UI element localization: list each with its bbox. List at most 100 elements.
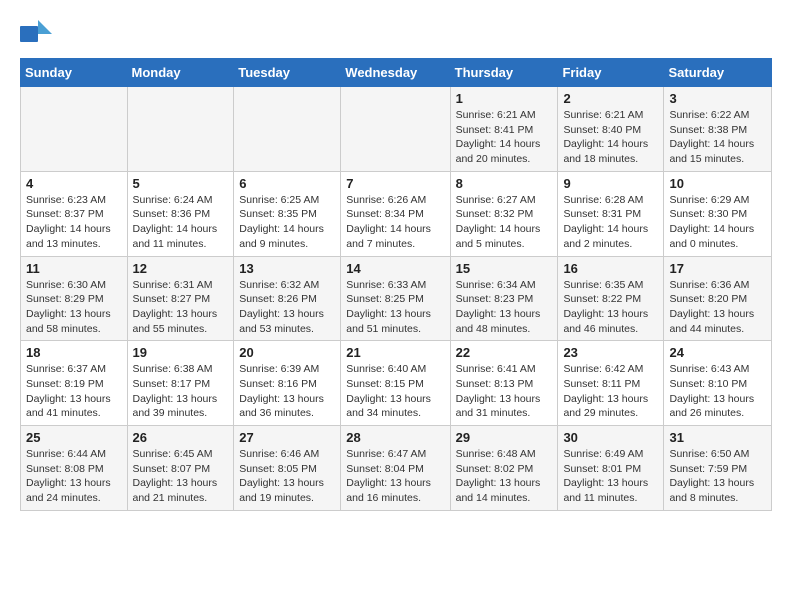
logo bbox=[20, 20, 54, 48]
calendar-cell: 3 Sunrise: 6:22 AM Sunset: 8:38 PM Daylig… bbox=[664, 87, 772, 172]
day-info: Sunrise: 6:22 AM Sunset: 8:38 PM Dayligh… bbox=[669, 108, 766, 167]
calendar-cell: 11 Sunrise: 6:30 AM Sunset: 8:29 PM Dayli… bbox=[21, 256, 128, 341]
day-number: 19 bbox=[133, 345, 229, 360]
day-number: 24 bbox=[669, 345, 766, 360]
logo-icon bbox=[20, 20, 52, 48]
day-number: 2 bbox=[563, 91, 658, 106]
day-info: Sunrise: 6:49 AM Sunset: 8:01 PM Dayligh… bbox=[563, 447, 658, 506]
calendar-cell: 18 Sunrise: 6:37 AM Sunset: 8:19 PM Dayli… bbox=[21, 341, 128, 426]
day-header-wednesday: Wednesday bbox=[341, 59, 450, 87]
calendar-cell: 29 Sunrise: 6:48 AM Sunset: 8:02 PM Dayli… bbox=[450, 426, 558, 511]
day-info: Sunrise: 6:38 AM Sunset: 8:17 PM Dayligh… bbox=[133, 362, 229, 421]
day-number: 15 bbox=[456, 261, 553, 276]
calendar-week-row: 4 Sunrise: 6:23 AM Sunset: 8:37 PM Daylig… bbox=[21, 171, 772, 256]
day-number: 11 bbox=[26, 261, 122, 276]
calendar-cell: 8Sunrise: 6:27 AM Sunset: 8:32 PM Daylig… bbox=[450, 171, 558, 256]
calendar-cell: 24 Sunrise: 6:43 AM Sunset: 8:10 PM Dayli… bbox=[664, 341, 772, 426]
calendar-cell: 13 Sunrise: 6:32 AM Sunset: 8:26 PM Dayli… bbox=[234, 256, 341, 341]
day-info: Sunrise: 6:32 AM Sunset: 8:26 PM Dayligh… bbox=[239, 278, 335, 337]
day-info: Sunrise: 6:30 AM Sunset: 8:29 PM Dayligh… bbox=[26, 278, 122, 337]
day-number: 10 bbox=[669, 176, 766, 191]
calendar-cell: 5Sunrise: 6:24 AM Sunset: 8:36 PM Daylig… bbox=[127, 171, 234, 256]
day-number: 3 bbox=[669, 91, 766, 106]
day-number: 23 bbox=[563, 345, 658, 360]
day-number: 31 bbox=[669, 430, 766, 445]
day-info: Sunrise: 6:34 AM Sunset: 8:23 PM Dayligh… bbox=[456, 278, 553, 337]
day-number: 21 bbox=[346, 345, 444, 360]
day-number: 5 bbox=[133, 176, 229, 191]
calendar-cell: 4 Sunrise: 6:23 AM Sunset: 8:37 PM Daylig… bbox=[21, 171, 128, 256]
day-number: 6 bbox=[239, 176, 335, 191]
calendar-cell bbox=[341, 87, 450, 172]
day-info: Sunrise: 6:46 AM Sunset: 8:05 PM Dayligh… bbox=[239, 447, 335, 506]
calendar-cell: 26Sunrise: 6:45 AM Sunset: 8:07 PM Dayli… bbox=[127, 426, 234, 511]
day-info: Sunrise: 6:42 AM Sunset: 8:11 PM Dayligh… bbox=[563, 362, 658, 421]
page-header bbox=[20, 20, 772, 48]
calendar-cell: 12 Sunrise: 6:31 AM Sunset: 8:27 PM Dayli… bbox=[127, 256, 234, 341]
calendar-cell bbox=[127, 87, 234, 172]
day-info: Sunrise: 6:43 AM Sunset: 8:10 PM Dayligh… bbox=[669, 362, 766, 421]
day-number: 12 bbox=[133, 261, 229, 276]
calendar-week-row: 11 Sunrise: 6:30 AM Sunset: 8:29 PM Dayli… bbox=[21, 256, 772, 341]
calendar-header-row: SundayMondayTuesdayWednesdayThursdayFrid… bbox=[21, 59, 772, 87]
day-number: 26 bbox=[133, 430, 229, 445]
calendar-cell: 9 Sunrise: 6:28 AM Sunset: 8:31 PM Daylig… bbox=[558, 171, 664, 256]
day-info: Sunrise: 6:25 AM Sunset: 8:35 PM Dayligh… bbox=[239, 193, 335, 252]
calendar-cell: 20Sunrise: 6:39 AM Sunset: 8:16 PM Dayli… bbox=[234, 341, 341, 426]
calendar-week-row: 25 Sunrise: 6:44 AM Sunset: 8:08 PM Dayli… bbox=[21, 426, 772, 511]
day-info: Sunrise: 6:48 AM Sunset: 8:02 PM Dayligh… bbox=[456, 447, 553, 506]
day-number: 30 bbox=[563, 430, 658, 445]
calendar-cell: 17 Sunrise: 6:36 AM Sunset: 8:20 PM Dayli… bbox=[664, 256, 772, 341]
day-info: Sunrise: 6:47 AM Sunset: 8:04 PM Dayligh… bbox=[346, 447, 444, 506]
day-number: 25 bbox=[26, 430, 122, 445]
calendar-cell: 6 Sunrise: 6:25 AM Sunset: 8:35 PM Daylig… bbox=[234, 171, 341, 256]
day-number: 27 bbox=[239, 430, 335, 445]
day-info: Sunrise: 6:21 AM Sunset: 8:41 PM Dayligh… bbox=[456, 108, 553, 167]
calendar-cell: 16Sunrise: 6:35 AM Sunset: 8:22 PM Dayli… bbox=[558, 256, 664, 341]
day-info: Sunrise: 6:23 AM Sunset: 8:37 PM Dayligh… bbox=[26, 193, 122, 252]
day-header-sunday: Sunday bbox=[21, 59, 128, 87]
day-number: 18 bbox=[26, 345, 122, 360]
calendar-table: SundayMondayTuesdayWednesdayThursdayFrid… bbox=[20, 58, 772, 511]
day-number: 14 bbox=[346, 261, 444, 276]
calendar-week-row: 1Sunrise: 6:21 AM Sunset: 8:41 PM Daylig… bbox=[21, 87, 772, 172]
day-number: 28 bbox=[346, 430, 444, 445]
day-header-thursday: Thursday bbox=[450, 59, 558, 87]
day-info: Sunrise: 6:35 AM Sunset: 8:22 PM Dayligh… bbox=[563, 278, 658, 337]
day-info: Sunrise: 6:36 AM Sunset: 8:20 PM Dayligh… bbox=[669, 278, 766, 337]
day-header-tuesday: Tuesday bbox=[234, 59, 341, 87]
calendar-cell: 22Sunrise: 6:41 AM Sunset: 8:13 PM Dayli… bbox=[450, 341, 558, 426]
day-number: 29 bbox=[456, 430, 553, 445]
day-number: 8 bbox=[456, 176, 553, 191]
calendar-cell bbox=[21, 87, 128, 172]
day-info: Sunrise: 6:31 AM Sunset: 8:27 PM Dayligh… bbox=[133, 278, 229, 337]
day-number: 4 bbox=[26, 176, 122, 191]
day-info: Sunrise: 6:28 AM Sunset: 8:31 PM Dayligh… bbox=[563, 193, 658, 252]
day-header-saturday: Saturday bbox=[664, 59, 772, 87]
day-header-monday: Monday bbox=[127, 59, 234, 87]
calendar-cell: 1Sunrise: 6:21 AM Sunset: 8:41 PM Daylig… bbox=[450, 87, 558, 172]
calendar-cell: 21 Sunrise: 6:40 AM Sunset: 8:15 PM Dayli… bbox=[341, 341, 450, 426]
calendar-cell: 10Sunrise: 6:29 AM Sunset: 8:30 PM Dayli… bbox=[664, 171, 772, 256]
day-number: 7 bbox=[346, 176, 444, 191]
calendar-cell: 28 Sunrise: 6:47 AM Sunset: 8:04 PM Dayli… bbox=[341, 426, 450, 511]
calendar-cell: 2 Sunrise: 6:21 AM Sunset: 8:40 PM Daylig… bbox=[558, 87, 664, 172]
calendar-week-row: 18 Sunrise: 6:37 AM Sunset: 8:19 PM Dayli… bbox=[21, 341, 772, 426]
calendar-cell: 30 Sunrise: 6:49 AM Sunset: 8:01 PM Dayli… bbox=[558, 426, 664, 511]
calendar-cell bbox=[234, 87, 341, 172]
day-info: Sunrise: 6:33 AM Sunset: 8:25 PM Dayligh… bbox=[346, 278, 444, 337]
day-info: Sunrise: 6:40 AM Sunset: 8:15 PM Dayligh… bbox=[346, 362, 444, 421]
day-info: Sunrise: 6:41 AM Sunset: 8:13 PM Dayligh… bbox=[456, 362, 553, 421]
calendar-cell: 14 Sunrise: 6:33 AM Sunset: 8:25 PM Dayli… bbox=[341, 256, 450, 341]
calendar-cell: 27 Sunrise: 6:46 AM Sunset: 8:05 PM Dayli… bbox=[234, 426, 341, 511]
calendar-cell: 25 Sunrise: 6:44 AM Sunset: 8:08 PM Dayli… bbox=[21, 426, 128, 511]
day-number: 17 bbox=[669, 261, 766, 276]
day-info: Sunrise: 6:39 AM Sunset: 8:16 PM Dayligh… bbox=[239, 362, 335, 421]
calendar-cell: 23 Sunrise: 6:42 AM Sunset: 8:11 PM Dayli… bbox=[558, 341, 664, 426]
day-info: Sunrise: 6:37 AM Sunset: 8:19 PM Dayligh… bbox=[26, 362, 122, 421]
day-info: Sunrise: 6:21 AM Sunset: 8:40 PM Dayligh… bbox=[563, 108, 658, 167]
day-number: 13 bbox=[239, 261, 335, 276]
day-info: Sunrise: 6:44 AM Sunset: 8:08 PM Dayligh… bbox=[26, 447, 122, 506]
calendar-cell: 7Sunrise: 6:26 AM Sunset: 8:34 PM Daylig… bbox=[341, 171, 450, 256]
day-number: 9 bbox=[563, 176, 658, 191]
